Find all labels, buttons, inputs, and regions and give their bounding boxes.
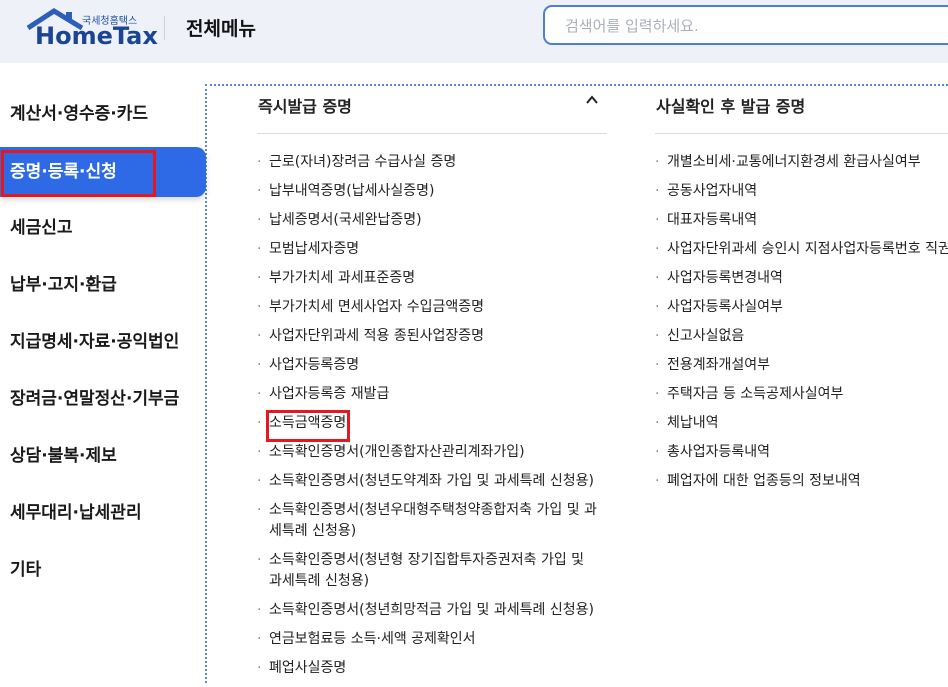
list-item[interactable]: 폐업자에 대한 업종등의 정보내역 (655, 471, 948, 500)
list-item[interactable]: 공동사업자내역 (655, 181, 948, 210)
highlight-box-nav (1, 150, 156, 197)
section-divider-left (257, 133, 607, 134)
highlight-box-item (266, 410, 350, 442)
section-divider-right (655, 133, 948, 134)
logo-text: HomeTax (35, 22, 158, 50)
search-box[interactable] (543, 5, 948, 45)
top-header: 국세청홈택스 HomeTax 전체메뉴 (0, 0, 948, 63)
nav-item-incentives[interactable]: 장려금·연말정산·기부금 (0, 374, 206, 424)
list-item[interactable]: 부가가치세 면세사업자 수입금액증명 (257, 297, 607, 326)
chevron-up-icon[interactable] (584, 92, 600, 108)
list-item[interactable]: 신고사실없음 (655, 326, 948, 355)
list-item[interactable]: 사업자등록사실여부 (655, 297, 948, 326)
list-item[interactable]: 대표자등록내역 (655, 210, 948, 239)
menu-top-divider (205, 84, 948, 86)
list-item[interactable]: 소득확인증명서(청년희망적금 가입 및 과세특례 신청용) (257, 600, 607, 629)
nav-item-other[interactable]: 기타 (0, 545, 206, 595)
verified-certificate-list: 개별소비세·교통에너지환경세 환급사실여부 공동사업자내역 대표자등록내역 사업… (655, 152, 948, 500)
nav-item-tax-filing[interactable]: 세금신고 (0, 203, 206, 253)
list-item[interactable]: 근로(자녀)장려금 수급사실 증명 (257, 152, 607, 181)
list-item[interactable]: 소득확인증명서(청년형 장기집합투자증권저축 가입 및 과세특례 신청용) (257, 550, 599, 600)
nav-item-tax-agent[interactable]: 세무대리·납세관리 (0, 488, 206, 538)
list-item[interactable]: 소득확인증명서(청년도약계좌 가입 및 과세특례 신청용) (257, 471, 607, 500)
nav-item-statements[interactable]: 지급명세·자료·공익법인 (0, 317, 206, 367)
nav-item-consultation[interactable]: 상담·불복·제보 (0, 431, 206, 481)
list-item[interactable]: 전용계좌개설여부 (655, 355, 948, 384)
header-divider (164, 16, 165, 40)
list-item[interactable]: 사업자단위과세 적용 종된사업장증명 (257, 326, 607, 355)
page-title: 전체메뉴 (186, 18, 256, 40)
list-item[interactable]: 사업자단위과세 승인시 지점사업자등록번호 직권 (655, 239, 948, 268)
hometax-logo[interactable]: 국세청홈택스 HomeTax (24, 8, 158, 50)
list-item[interactable]: 소득확인증명서(개인종합자산관리계좌가입) (257, 442, 607, 471)
section-heading-instant: 즉시발급 증명 (258, 97, 352, 116)
search-input[interactable] (563, 15, 947, 37)
list-item[interactable]: 사업자등록증 재발급 (257, 384, 607, 413)
list-item[interactable]: 부가가치세 과세표준증명 (257, 268, 607, 297)
list-item[interactable]: 모범납세자증명 (257, 239, 607, 268)
list-item[interactable]: 주택자금 등 소득공제사실여부 (655, 384, 948, 413)
list-item[interactable]: 연금보험료등 소득·세액 공제확인서 (257, 629, 607, 658)
list-item[interactable]: 사업자등록변경내역 (655, 268, 948, 297)
list-item[interactable]: 소득확인증명서(청년우대형주택청약종합저축 가입 및 과세특례 신청용) (257, 500, 599, 550)
nav-item-payment[interactable]: 납부·고지·환급 (0, 260, 206, 310)
list-item[interactable]: 납세증명서(국세완납증명) (257, 210, 607, 239)
list-item[interactable]: 사업자등록증명 (257, 355, 607, 384)
list-item[interactable]: 개별소비세·교통에너지환경세 환급사실여부 (655, 152, 948, 181)
section-heading-verified: 사실확인 후 발급 증명 (656, 97, 806, 116)
list-item[interactable]: 체납내역 (655, 413, 948, 442)
nav-item-invoices[interactable]: 계산서·영수증·카드 (0, 89, 206, 139)
list-item[interactable]: 납부내역증명(납세사실증명) (257, 181, 607, 210)
list-item[interactable]: 총사업자등록내역 (655, 442, 948, 471)
